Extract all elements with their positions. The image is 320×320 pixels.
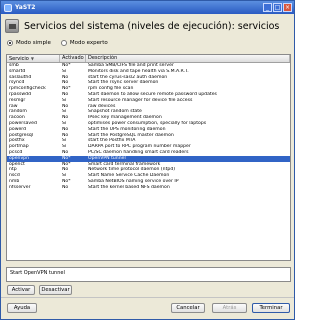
column-header-service-label: Servicio	[9, 56, 29, 62]
cancel-button[interactable]: Cancelar	[171, 303, 205, 313]
minimize-icon[interactable]: _	[263, 3, 272, 12]
expert-mode-radio[interactable]	[60, 40, 67, 46]
services-icon	[5, 19, 19, 33]
simple-mode-option[interactable]: Modo simple	[7, 40, 51, 46]
back-button[interactable]: Atrás	[212, 303, 247, 313]
maximize-icon[interactable]: □	[273, 3, 282, 12]
table-body: smb No* Samba SMB/CIFS file and print serv…	[7, 63, 290, 260]
finish-button[interactable]: Terminar	[252, 303, 290, 313]
deactivate-button[interactable]: Desactivar	[39, 285, 72, 295]
table-header: Servicio ▼ Activado Descripción	[7, 55, 290, 63]
help-button[interactable]: Ayuda	[7, 303, 37, 313]
service-description-cell: Start the kernel based NFS daemon	[88, 184, 170, 190]
services-table: Servicio ▼ Activado Descripción smb No* Sam…	[6, 54, 291, 261]
service-enabled-cell: No	[62, 184, 69, 190]
window-controls: _ □ ×	[263, 3, 292, 12]
title-bar[interactable]: YaST2 _ □ ×	[1, 1, 294, 14]
column-header-service[interactable]: Servicio ▼	[7, 55, 60, 62]
button-separator	[1, 297, 294, 298]
expert-mode-option[interactable]: Modo experto	[60, 40, 108, 46]
column-header-description[interactable]: Descripción	[86, 55, 290, 62]
simple-mode-label: Modo simple	[16, 40, 51, 46]
column-header-enabled[interactable]: Activado	[60, 55, 86, 62]
mode-selector: Modo simple Modo experto	[7, 40, 108, 46]
service-description-box: Start OpenVPN tunnel	[6, 267, 291, 282]
sort-down-icon: ▼	[30, 56, 34, 61]
table-row[interactable]: nfsserver No Start the kernel based NFS da…	[7, 185, 290, 191]
window-title: YaST2	[15, 4, 36, 11]
yast-app-icon	[4, 3, 12, 12]
activate-button[interactable]: Activar	[7, 285, 35, 295]
yast-window: YaST2 _ □ × Servicios del sistema (nivel…	[0, 0, 295, 320]
expert-mode-label: Modo experto	[69, 40, 108, 46]
service-name-cell: nfsserver	[9, 184, 31, 190]
page-title: Servicios del sistema (niveles de ejecuc…	[24, 20, 280, 32]
close-icon[interactable]: ×	[283, 3, 292, 12]
page-header: Servicios del sistema (niveles de ejecuc…	[5, 16, 292, 36]
simple-mode-radio[interactable]	[7, 40, 13, 46]
